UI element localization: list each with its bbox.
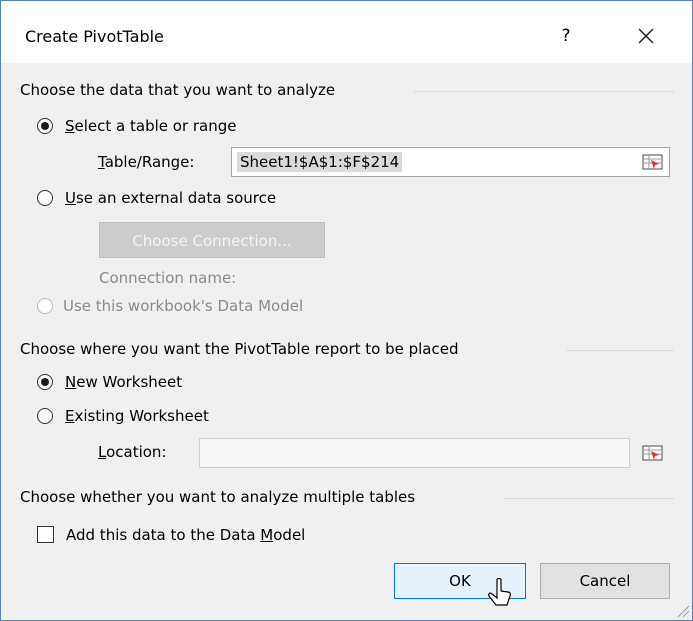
select-range-radio[interactable] bbox=[37, 118, 53, 134]
data-section-heading: Choose the data that you want to analyze bbox=[20, 81, 336, 99]
range-picker-icon bbox=[642, 154, 663, 170]
title-bar: Create PivotTable ? bbox=[1, 1, 692, 63]
help-button[interactable]: ? bbox=[553, 23, 579, 49]
mouse-pointer-icon bbox=[488, 578, 511, 606]
location-picker-button[interactable] bbox=[642, 443, 664, 463]
external-source-radio[interactable] bbox=[37, 190, 53, 206]
placement-section-heading: Choose where you want the PivotTable rep… bbox=[20, 340, 459, 358]
table-range-value: Sheet1!$A$1:$F$214 bbox=[237, 152, 403, 172]
close-icon bbox=[638, 28, 654, 44]
multiple-tables-heading: Choose whether you want to analyze multi… bbox=[20, 488, 416, 506]
existing-worksheet-radio[interactable] bbox=[37, 408, 53, 424]
connection-name-label: Connection name: bbox=[99, 269, 237, 287]
placement-section-divider bbox=[566, 350, 674, 351]
resize-grip-icon[interactable] bbox=[674, 602, 690, 618]
data-model-radio bbox=[37, 298, 53, 314]
existing-worksheet-label: Existing Worksheet bbox=[65, 407, 209, 425]
add-to-data-model-label: Add this data to the Data Model bbox=[66, 526, 306, 544]
add-to-data-model-checkbox[interactable] bbox=[37, 526, 54, 543]
multiple-tables-divider bbox=[503, 498, 674, 499]
dialog-title: Create PivotTable bbox=[25, 27, 164, 46]
range-picker-icon bbox=[642, 445, 663, 461]
table-range-input[interactable]: Sheet1!$A$1:$F$214 bbox=[231, 147, 670, 177]
choose-connection-button[interactable]: Choose Connection... bbox=[99, 222, 325, 258]
select-range-label: Select a table or range bbox=[65, 117, 237, 135]
location-input[interactable] bbox=[199, 438, 630, 468]
location-label: Location: bbox=[98, 443, 167, 461]
new-worksheet-radio[interactable] bbox=[37, 374, 53, 390]
cancel-button[interactable]: Cancel bbox=[540, 563, 670, 599]
data-section-divider bbox=[414, 91, 674, 92]
table-range-picker-button[interactable] bbox=[642, 152, 664, 172]
create-pivottable-dialog: Create PivotTable ? Choose the data that… bbox=[0, 0, 693, 621]
close-button[interactable] bbox=[629, 19, 663, 53]
data-model-label: Use this workbook's Data Model bbox=[63, 297, 304, 315]
external-source-label: Use an external data source bbox=[65, 189, 277, 207]
table-range-label: Table/Range: bbox=[98, 153, 195, 171]
new-worksheet-label: New Worksheet bbox=[65, 373, 183, 391]
